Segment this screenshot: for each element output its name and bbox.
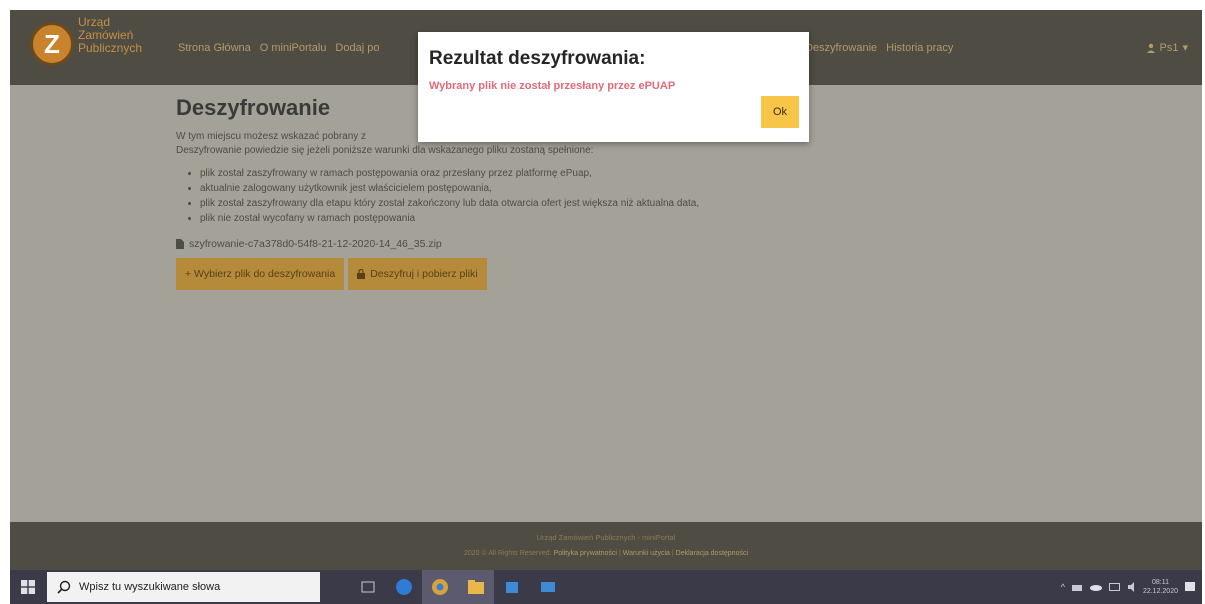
clock-time: 08:11: [1151, 579, 1169, 586]
action-buttons: + Wybierz plik do deszyfrowania Deszyfru…: [176, 258, 936, 290]
footer-title: Urząd Zamówień Publicznych - miniPortal: [536, 533, 676, 542]
intro-line-2: Deszyfrowanie powiedzie się jeżeli poniż…: [176, 145, 594, 156]
user-menu[interactable]: Ps1 ▾: [1146, 41, 1188, 54]
uzp-logo-icon[interactable]: Z: [30, 22, 74, 66]
volume-icon[interactable]: [1127, 582, 1137, 592]
nav-item-decrypt[interactable]: Deszyfrowanie: [805, 42, 877, 54]
list-item: aktualnie zalogowany użytkownik jest wła…: [200, 181, 936, 196]
nav-item-history[interactable]: Historia pracy: [886, 42, 953, 54]
file-explorer-icon[interactable]: [458, 570, 494, 604]
windows-start-icon[interactable]: [21, 580, 35, 594]
footer-link-accessibility[interactable]: Deklaracja dostępności: [676, 550, 748, 557]
user-icon: [1146, 43, 1155, 53]
edge-icon[interactable]: [386, 570, 422, 604]
list-item: plik nie został wycofany w ramach postęp…: [200, 211, 936, 226]
store-icon[interactable]: [494, 570, 530, 604]
footer-copyright: 2020 © All Rights Reserved.: [463, 550, 552, 557]
intro-line-1: W tym miejscu możesz wskazać pobrany z: [176, 131, 367, 142]
decrypt-button[interactable]: Deszyfruj i pobierz pliki: [348, 258, 487, 290]
file-icon: [176, 239, 184, 249]
list-item: plik został zaszyfrowany dla etapu który…: [200, 196, 936, 211]
battery-icon[interactable]: [1108, 583, 1121, 591]
notifications-icon[interactable]: [1184, 581, 1196, 593]
nav-item-about[interactable]: O miniPortalu: [260, 42, 327, 54]
nav-item-add[interactable]: Dodaj po: [335, 42, 379, 54]
network-icon[interactable]: [1071, 582, 1083, 592]
select-file-button[interactable]: + Wybierz plik do deszyfrowania: [176, 258, 345, 290]
search-placeholder: Wpisz tu wyszukiwane słowa: [79, 581, 221, 593]
footer-link-terms[interactable]: Warunki użycia: [623, 550, 670, 557]
tray-chevron-up-icon[interactable]: ^: [1061, 582, 1065, 592]
onedrive-icon[interactable]: [1089, 583, 1103, 591]
clock[interactable]: 08:11 22.12.2020: [1143, 578, 1178, 596]
nav-menu-right: Deszyfrowanie Historia pracy: [805, 42, 953, 54]
search-icon: [57, 580, 71, 594]
nav-item-home[interactable]: Strona Główna: [178, 42, 251, 54]
footer-link-privacy[interactable]: Polityka prywatności: [554, 550, 617, 557]
taskbar-apps: [350, 570, 566, 604]
logo-text[interactable]: Urząd Zamówień Publicznych: [78, 16, 142, 55]
selected-file: szyfrowanie-c7a378d0-54f8-21-12-2020-14_…: [176, 238, 936, 250]
chevron-down-icon: ▾: [1182, 42, 1188, 54]
clock-date: 22.12.2020: [1142, 588, 1178, 595]
windows-taskbar: Wpisz tu wyszukiwane słowa ^ 08:11 22.12…: [10, 570, 1202, 604]
task-view-icon[interactable]: [350, 570, 386, 604]
decrypt-result-modal: Rezultat deszyfrowania: Wybrany plik nie…: [418, 32, 809, 142]
chrome-icon[interactable]: [422, 570, 458, 604]
system-tray: ^ 08:11 22.12.2020: [1061, 570, 1196, 604]
footer-links: 2020 © All Rights Reserved. Polityka pry…: [463, 550, 749, 557]
decrypt-button-label: Deszyfruj i pobierz pliki: [370, 268, 478, 280]
nav-menu: Strona Główna O miniPortalu Dodaj po: [178, 42, 379, 54]
ok-button[interactable]: Ok: [761, 96, 799, 128]
page-footer: Urząd Zamówień Publicznych - miniPortal …: [10, 522, 1202, 570]
taskbar-search[interactable]: Wpisz tu wyszukiwane słowa: [47, 572, 320, 602]
modal-title: Rezultat deszyfrowania:: [429, 48, 646, 69]
screen: Z Urząd Zamówień Publicznych Strona Głów…: [10, 10, 1202, 604]
lock-icon: [357, 269, 366, 279]
conditions-list: plik został zaszyfrowany w ramach postęp…: [176, 166, 936, 226]
user-name: Ps1: [1159, 41, 1179, 54]
mail-icon[interactable]: [530, 570, 566, 604]
list-item: plik został zaszyfrowany w ramach postęp…: [200, 166, 936, 181]
file-name: szyfrowanie-c7a378d0-54f8-21-12-2020-14_…: [189, 238, 442, 250]
modal-error-message: Wybrany plik nie został przesłany przez …: [429, 80, 676, 92]
